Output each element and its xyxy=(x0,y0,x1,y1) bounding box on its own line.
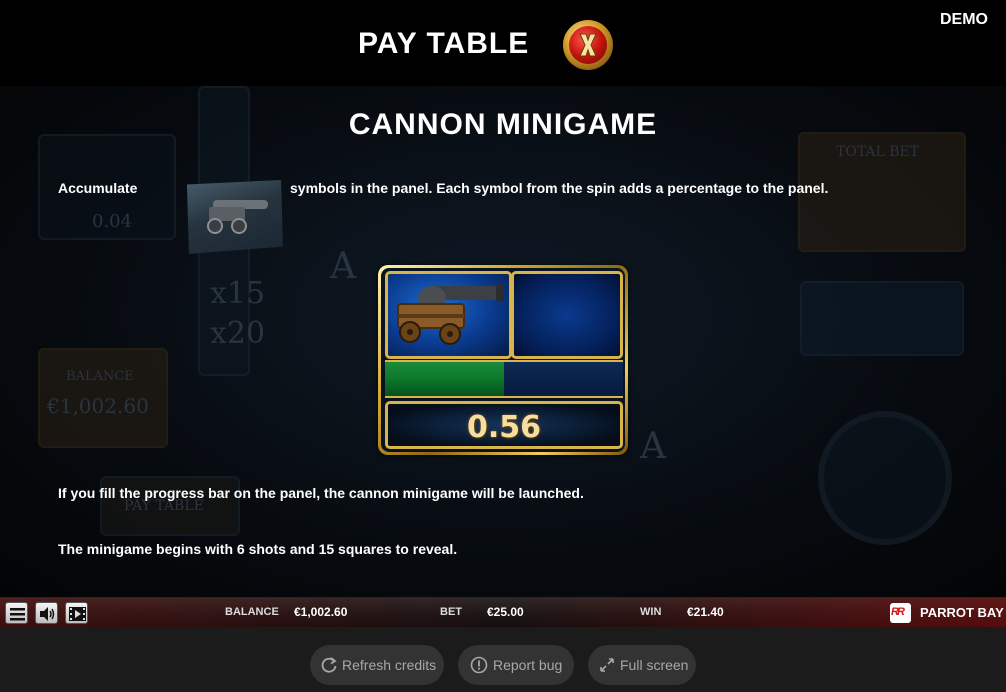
cannon-panel-core: 0.56 xyxy=(381,268,625,452)
fill-progress-text: If you fill the progress bar on the pane… xyxy=(58,485,584,501)
ghost-autoplay-button xyxy=(800,281,964,356)
refresh-icon xyxy=(321,657,337,673)
close-paytable-button[interactable] xyxy=(563,20,613,70)
balance-value: €1,002.60 xyxy=(294,605,348,619)
full-screen-label: Full screen xyxy=(620,657,689,673)
ghost-left-value: 0.04 xyxy=(92,211,133,232)
progress-bar-remaining xyxy=(504,362,623,396)
report-bug-button[interactable]: Report bug xyxy=(458,645,574,685)
game-name: PARROT BAY xyxy=(920,605,1004,620)
info-alert-icon xyxy=(470,656,488,674)
demo-mode-label: DEMO xyxy=(940,11,988,28)
accumulate-description: symbols in the panel. Each symbol from t… xyxy=(290,180,829,196)
win-value: €21.40 xyxy=(687,605,724,619)
x-close-icon xyxy=(579,33,597,57)
cannon-panel: 0.56 xyxy=(378,265,628,455)
ghost-multiplier-2: x20 xyxy=(210,316,266,351)
ghost-balance-label: BALANCE xyxy=(66,369,134,384)
accumulate-text: Accumulate xyxy=(58,180,138,196)
video-button[interactable] xyxy=(65,602,88,624)
full-screen-button[interactable]: Full screen xyxy=(588,645,696,685)
provider-logo: RR xyxy=(890,603,911,623)
ghost-spin-button xyxy=(818,411,952,545)
expand-arrows-icon xyxy=(600,658,614,672)
bet-label: BET xyxy=(440,606,462,618)
bet-value: €25.00 xyxy=(487,605,524,619)
menu-button[interactable] xyxy=(5,602,28,624)
speaker-icon xyxy=(40,607,55,621)
win-label: WIN xyxy=(640,606,662,618)
ghost-multiplier-1: x15 xyxy=(210,276,266,311)
empty-slot xyxy=(511,271,623,359)
progress-bar xyxy=(385,360,623,398)
balance-label: BALANCE xyxy=(225,606,279,618)
refresh-credits-label: Refresh credits xyxy=(342,657,437,673)
hamburger-menu-icon xyxy=(10,608,25,621)
cannon-symbol-icon xyxy=(186,180,283,254)
status-bar: BALANCE €1,002.60 BET €25.00 WIN €21.40 … xyxy=(0,597,1006,628)
sound-button[interactable] xyxy=(35,602,58,624)
progress-bar-fill xyxy=(385,362,504,396)
bottom-controls: Refresh credits Report bug Full screen xyxy=(0,627,1006,692)
panel-value-box: 0.56 xyxy=(385,401,623,449)
cannon-slot xyxy=(385,271,512,359)
minigame-begin-text: The minigame begins with 6 shots and 15 … xyxy=(58,541,458,557)
refresh-credits-button[interactable]: Refresh credits xyxy=(310,645,444,685)
game-viewport: 0.04 x15 x20 BALANCE €1,002.60 PAY TABLE… xyxy=(0,0,1006,597)
cannon-icon xyxy=(397,284,504,345)
report-bug-label: Report bug xyxy=(493,657,563,673)
ghost-total-bet-label: TOTAL BET xyxy=(836,144,920,160)
page-title: PAY TABLE xyxy=(358,27,530,60)
ghost-reel-letter: A xyxy=(330,246,356,287)
film-icon xyxy=(69,607,86,621)
section-title: CANNON MINIGAME xyxy=(348,108,658,141)
ghost-balance-value: €1,002.60 xyxy=(47,394,149,418)
ghost-reel-letter-2: A xyxy=(640,426,666,467)
paytable-header: PAY TABLE DEMO xyxy=(0,0,1006,86)
panel-value: 0.56 xyxy=(466,410,542,445)
